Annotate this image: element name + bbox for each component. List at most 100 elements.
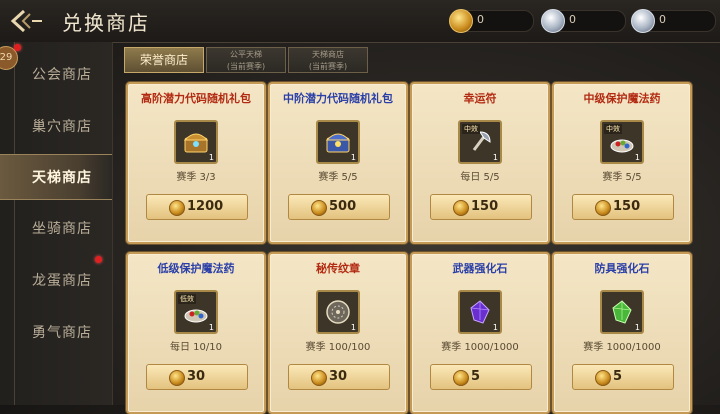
buy-button[interactable]: 30: [146, 364, 248, 390]
honor-coin-icon: [449, 9, 473, 33]
item-quantity: 1: [350, 153, 356, 162]
item-slot: 1: [316, 290, 360, 334]
honor-coin-icon: [169, 370, 185, 386]
shop-item-card[interactable]: 幸运符 中效 1 每日 5/5 150: [410, 82, 550, 244]
sidebar-item-label: 天梯商店: [32, 170, 92, 186]
purchase-limit: 赛季 1000/1000: [583, 342, 661, 353]
honor-coin-icon: [595, 370, 611, 386]
honor-coin-icon: [311, 200, 327, 216]
purchase-limit: 赛季 3/3: [176, 172, 216, 183]
silver-currency-value: 0: [569, 13, 576, 26]
item-name: 中级保护魔法药: [583, 92, 661, 105]
item-slot: 中效 1: [600, 120, 644, 164]
sidebar-item-ladder-shop[interactable]: 天梯商店: [0, 154, 112, 200]
honor-coin-icon: [311, 370, 327, 386]
honor-coin-icon: [453, 370, 469, 386]
item-price: 150: [613, 199, 641, 214]
sidebar-item-dragon-egg-shop[interactable]: 龙蛋商店: [0, 258, 112, 302]
buy-button[interactable]: 150: [430, 194, 532, 220]
item-quantity: 1: [492, 153, 498, 162]
item-name: 防具强化石: [594, 262, 650, 275]
shop-item-card[interactable]: 秘传纹章 1 赛季 100/100 30: [268, 252, 408, 414]
buy-button[interactable]: 30: [288, 364, 390, 390]
buy-button[interactable]: 500: [288, 194, 390, 220]
silver-coin-icon: [631, 9, 655, 33]
shop-item-card[interactable]: 武器强化石 1 赛季 1000/1000 5: [410, 252, 550, 414]
item-price: 1200: [187, 199, 224, 214]
item-slot: 低效 1: [174, 290, 218, 334]
sidebar-item-lair-shop[interactable]: 巢穴商店: [0, 104, 112, 148]
green-crystal-icon: [612, 300, 632, 324]
item-name: 高阶潜力代码随机礼包: [141, 92, 251, 105]
notification-dot: [95, 256, 102, 263]
item-name: 秘传纹章: [316, 262, 360, 275]
honor-coin-icon: [453, 200, 469, 216]
back-icon[interactable]: [10, 8, 44, 34]
item-slot: 中效 1: [458, 120, 502, 164]
tab-sublabel: (当前赛季): [226, 62, 266, 71]
honor-currency: 0: [449, 9, 534, 33]
item-name: 低级保护魔法药: [157, 262, 235, 275]
sidebar-item-guild-shop[interactable]: 公会商店: [0, 52, 112, 96]
item-price: 5: [613, 369, 623, 384]
item-quantity: 1: [634, 323, 640, 332]
item-price: 30: [329, 369, 348, 384]
item-price: 30: [187, 369, 206, 384]
emblem-icon: [326, 300, 350, 324]
silver-currency: 0: [541, 9, 626, 33]
item-slot: 1: [458, 290, 502, 334]
sidebar-item-courage-shop[interactable]: 勇气商店: [0, 310, 112, 354]
shop-item-card[interactable]: 中级保护魔法药 中效 1 赛季 5/5 150: [552, 82, 692, 244]
sidebar-item-mount-shop[interactable]: 坐骑商店: [0, 206, 112, 250]
item-grade: 中效: [462, 124, 480, 134]
item-quantity: 1: [208, 153, 214, 162]
silver-currency-value-2: 0: [659, 13, 666, 26]
silver-coin-icon: [541, 9, 565, 33]
item-quantity: 1: [350, 323, 356, 332]
purchase-limit: 每日 5/5: [460, 172, 500, 183]
shop-item-card[interactable]: 中阶潜力代码随机礼包 1 赛季 5/5 500: [268, 82, 408, 244]
item-quantity: 1: [634, 153, 640, 162]
item-price: 5: [471, 369, 481, 384]
sidebar-item-label: 巢穴商店: [32, 119, 92, 135]
sidebar-item-label: 公会商店: [32, 67, 92, 83]
tab-honor-shop[interactable]: 荣誉商店: [124, 47, 204, 73]
item-slot: 1: [600, 290, 644, 334]
tab-label: 天梯商店: [312, 50, 344, 59]
item-grade: 中效: [604, 124, 622, 134]
buy-button[interactable]: 5: [572, 364, 674, 390]
purchase-limit: 每日 10/10: [170, 342, 222, 353]
item-price: 500: [329, 199, 357, 214]
item-name: 武器强化石: [452, 262, 508, 275]
shop-item-card[interactable]: 高阶潜力代码随机礼包 1 赛季 3/3 1200: [126, 82, 266, 244]
item-slot: 1: [316, 120, 360, 164]
honor-coin-icon: [169, 200, 185, 216]
treasure-chest-icon: [183, 133, 209, 153]
shop-sidebar: 29 公会商店 巢穴商店 天梯商店 坐骑商店 龙蛋商店 勇气商店: [0, 42, 113, 405]
buy-button[interactable]: 5: [430, 364, 532, 390]
notification-dot: [14, 44, 21, 51]
item-quantity: 1: [208, 323, 214, 332]
page-title: 兑换商店: [62, 11, 150, 35]
silver-currency-2: 0: [631, 9, 716, 33]
buy-button[interactable]: 150: [572, 194, 674, 220]
tab-ladder-shop[interactable]: 天梯商店 (当前赛季): [288, 47, 368, 73]
item-price: 150: [471, 199, 499, 214]
tab-fair-ladder[interactable]: 公平天梯 (当前赛季): [206, 47, 286, 73]
purchase-limit: 赛季 100/100: [305, 342, 371, 353]
item-slot: 1: [174, 120, 218, 164]
shop-item-card[interactable]: 防具强化石 1 赛季 1000/1000 5: [552, 252, 692, 414]
honor-currency-value: 0: [477, 13, 484, 26]
item-quantity: 1: [492, 323, 498, 332]
buy-button[interactable]: 1200: [146, 194, 248, 220]
purchase-limit: 赛季 5/5: [602, 172, 642, 183]
tab-sublabel: (当前赛季): [308, 62, 348, 71]
shop-item-card[interactable]: 低级保护魔法药 低效 1 每日 10/10 30: [126, 252, 266, 414]
tab-label: 荣誉商店: [139, 53, 188, 67]
item-grade: 低效: [178, 294, 196, 304]
sidebar-item-label: 勇气商店: [32, 325, 92, 341]
purchase-limit: 赛季 1000/1000: [441, 342, 519, 353]
item-name: 幸运符: [463, 92, 497, 105]
sidebar-item-label: 龙蛋商店: [32, 273, 92, 289]
purple-crystal-icon: [470, 300, 490, 324]
